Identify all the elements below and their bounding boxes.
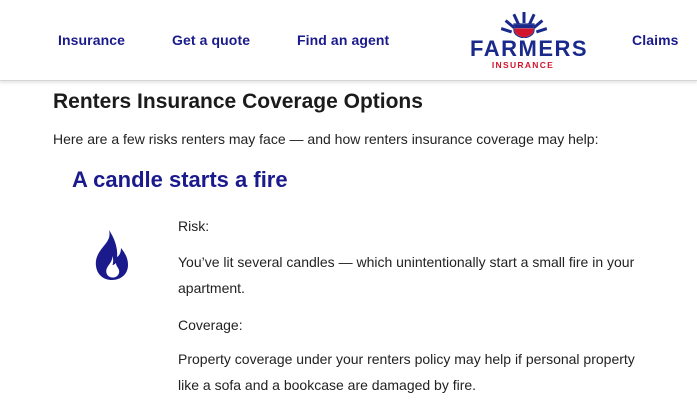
nav-link-claims[interactable]: Claims [632,32,679,48]
risk-description-line-2: apartment. [178,280,245,296]
nav-link-insurance[interactable]: Insurance [58,32,125,48]
flame-icon [95,230,128,280]
coverage-description-line-1: Property coverage under your renters pol… [178,351,635,367]
coverage-label: Coverage: [178,317,243,333]
risk-description-line-1: You’ve lit several candles — which unint… [178,254,635,270]
logo-subtitle: INSURANCE [491,60,555,70]
page-title: Renters Insurance Coverage Options [53,90,423,113]
risk-label: Risk: [178,218,210,234]
coverage-description-line-2: like a sofa and a bookcase are damaged b… [178,377,477,393]
top-navigation: Insurance Get a quote Find an agent FARM… [0,0,697,81]
nav-link-get-a-quote[interactable]: Get a quote [172,32,250,48]
intro-text: Here are a few risks renters may face — … [53,131,599,147]
farmers-logo[interactable]: FARMERS INSURANCE [470,12,589,72]
logo-wordmark: FARMERS [470,36,589,61]
logo-shield-icon [501,12,547,38]
section-title: A candle starts a fire [72,167,288,192]
nav-link-find-an-agent[interactable]: Find an agent [297,32,389,48]
